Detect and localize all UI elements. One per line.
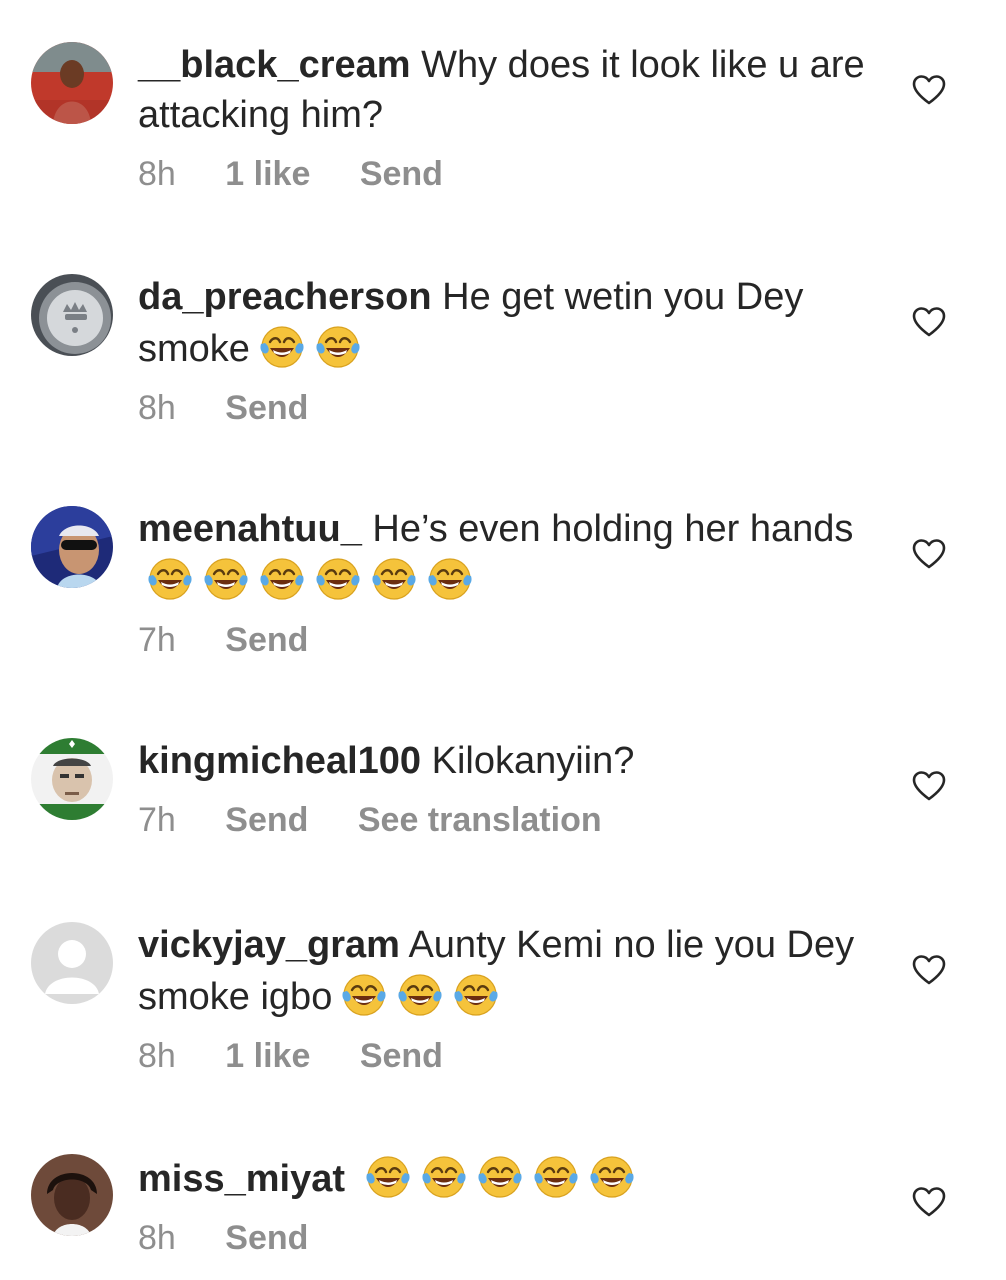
avatar[interactable] (31, 274, 113, 356)
comment-meta: 7h Send See translation (138, 800, 878, 840)
send-button[interactable]: Send (225, 801, 308, 839)
likes-count[interactable]: 1 like (225, 155, 310, 193)
comment-time: 8h (138, 389, 176, 427)
face-with-tears-of-joy-icon (202, 554, 250, 602)
comment-time: 8h (138, 1037, 176, 1075)
comment-meta: 7h Send (138, 620, 878, 660)
heart-outline-icon[interactable] (912, 770, 946, 802)
comment-text: __black_cream Why does it look like u ar… (138, 40, 878, 140)
comment-username[interactable]: miss_miyat (138, 1158, 345, 1200)
comment-text: vickyjay_gram Aunty Kemi no lie you Dey … (138, 920, 878, 1022)
send-button[interactable]: Send (225, 389, 308, 427)
comment-time: 7h (138, 621, 176, 659)
avatar[interactable] (31, 1154, 113, 1236)
heart-outline-icon[interactable] (912, 1186, 946, 1218)
avatar[interactable] (31, 506, 113, 588)
comment-body: da_preacherson He get wetin you Dey smok… (138, 272, 878, 428)
face-with-tears-of-joy-icon (370, 554, 418, 602)
face-with-tears-of-joy-icon (426, 554, 474, 602)
comment-body: meenahtuu_ He’s even holding her hands 7… (138, 504, 878, 660)
face-with-tears-of-joy-icon (396, 970, 444, 1018)
comment-text: kingmicheal100 Kilokanyiin? (138, 736, 878, 786)
comment-username[interactable]: kingmicheal100 (138, 740, 421, 782)
face-with-tears-of-joy-icon (420, 1152, 468, 1200)
see-translation-button[interactable]: See translation (358, 801, 602, 839)
likes-count[interactable]: 1 like (225, 1037, 310, 1075)
comment-text: miss_miyat (138, 1152, 878, 1204)
avatar[interactable] (31, 922, 113, 1004)
heart-outline-icon[interactable] (912, 306, 946, 338)
face-with-tears-of-joy-icon (476, 1152, 524, 1200)
face-with-tears-of-joy-icon (258, 322, 306, 370)
comment-time: 8h (138, 1219, 176, 1257)
heart-outline-icon[interactable] (912, 954, 946, 986)
face-with-tears-of-joy-icon (532, 1152, 580, 1200)
heart-outline-icon[interactable] (912, 74, 946, 106)
comment-body: vickyjay_gram Aunty Kemi no lie you Dey … (138, 920, 878, 1076)
face-with-tears-of-joy-icon (314, 322, 362, 370)
comment-meta: 8h 1 like Send (138, 1036, 878, 1076)
comment-text: meenahtuu_ He’s even holding her hands (138, 504, 878, 606)
comment-meta: 8h Send (138, 1218, 878, 1258)
face-with-tears-of-joy-icon (452, 970, 500, 1018)
avatar[interactable] (31, 738, 113, 820)
comment-body: __black_cream Why does it look like u ar… (138, 40, 878, 194)
comment-body: miss_miyat 8h Send (138, 1152, 878, 1258)
comment-meta: 8h 1 like Send (138, 154, 878, 194)
avatar[interactable] (31, 42, 113, 124)
face-with-tears-of-joy-icon (146, 554, 194, 602)
face-with-tears-of-joy-icon (364, 1152, 412, 1200)
send-button[interactable]: Send (360, 155, 443, 193)
comment-username[interactable]: da_preacherson (138, 276, 432, 318)
comment-message: Kilokanyiin? (431, 740, 635, 782)
send-button[interactable]: Send (225, 621, 308, 659)
face-with-tears-of-joy-icon (588, 1152, 636, 1200)
send-button[interactable]: Send (225, 1219, 308, 1257)
comment-username[interactable]: vickyjay_gram (138, 924, 400, 966)
comment-time: 7h (138, 801, 176, 839)
comment-username[interactable]: meenahtuu_ (138, 508, 362, 550)
comment-body: kingmicheal100 Kilokanyiin? 7h Send See … (138, 736, 878, 840)
face-with-tears-of-joy-icon (314, 554, 362, 602)
face-with-tears-of-joy-icon (258, 554, 306, 602)
comment-meta: 8h Send (138, 388, 878, 428)
send-button[interactable]: Send (360, 1037, 443, 1075)
face-with-tears-of-joy-icon (340, 970, 388, 1018)
comment-message: He’s even holding her hands (372, 508, 854, 550)
comment-text: da_preacherson He get wetin you Dey smok… (138, 272, 878, 374)
comment-time: 8h (138, 155, 176, 193)
heart-outline-icon[interactable] (912, 538, 946, 570)
comment-username[interactable]: __black_cream (138, 44, 411, 86)
